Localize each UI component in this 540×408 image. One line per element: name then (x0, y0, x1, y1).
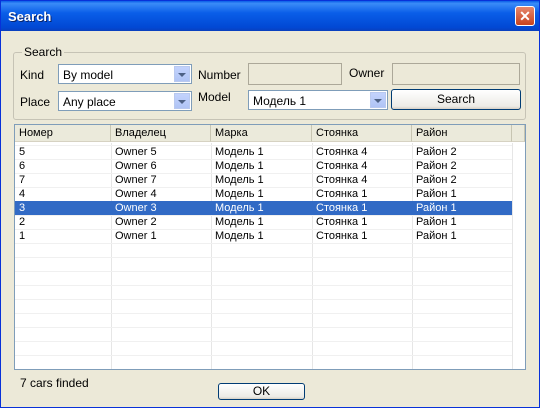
table-cell: 6 (19, 160, 26, 172)
listview-header: Номер Владелец Марка Стоянка Район (15, 125, 525, 143)
place-label: Place (20, 95, 51, 109)
grid-line (15, 285, 512, 286)
table-cell: Owner 2 (115, 216, 157, 228)
column-header-district[interactable]: Район (412, 125, 512, 142)
grid-line (15, 313, 512, 314)
table-cell: Модель 1 (215, 230, 264, 242)
grid-line (15, 271, 512, 272)
place-combobox[interactable]: Any place (58, 91, 192, 111)
table-cell: Owner 3 (115, 202, 157, 214)
search-button[interactable]: Search (391, 89, 521, 110)
table-cell: 3 (19, 202, 26, 214)
table-cell: Стоянка 1 (316, 188, 368, 200)
table-cell: Район 2 (416, 174, 457, 186)
kind-combobox[interactable]: By model (58, 64, 192, 84)
table-cell: Район 1 (416, 188, 457, 200)
model-label: Model (198, 90, 231, 104)
number-label: Number (198, 68, 241, 82)
column-header-number[interactable]: Номер (15, 125, 111, 142)
table-row[interactable]: 1 Owner 1 Модель 1 Стоянка 1 Район 1 (15, 229, 512, 243)
column-header-owner[interactable]: Владелец (111, 125, 211, 142)
results-listview[interactable]: Номер Владелец Марка Стоянка Район 5 Owne… (14, 124, 526, 370)
status-text: 7 cars finded (20, 376, 89, 390)
table-cell: Стоянка 1 (316, 216, 368, 228)
table-cell: Район 1 (416, 202, 457, 214)
table-cell: Модель 1 (215, 174, 264, 186)
table-row[interactable]: 5 Owner 5 Модель 1 Стоянка 4 Район 2 (15, 145, 512, 159)
close-icon: ✕ (519, 8, 531, 24)
number-field[interactable] (248, 63, 342, 85)
table-cell: Стоянка 1 (316, 202, 368, 214)
chevron-down-icon[interactable] (370, 92, 386, 108)
column-header-parking[interactable]: Стоянка (312, 125, 412, 142)
place-selected-value: Any place (63, 95, 116, 109)
grid-line (15, 257, 512, 258)
table-cell: Стоянка 4 (316, 174, 368, 186)
table-cell: Район 2 (416, 160, 457, 172)
close-button[interactable]: ✕ (515, 6, 535, 26)
table-cell: Район 2 (416, 146, 457, 158)
table-row[interactable]: 7 Owner 7 Модель 1 Стоянка 4 Район 2 (15, 173, 512, 187)
table-cell: Модель 1 (215, 146, 264, 158)
table-cell: Модель 1 (215, 188, 264, 200)
grid-line (15, 341, 512, 342)
table-cell: Owner 7 (115, 174, 157, 186)
chevron-down-icon[interactable] (174, 66, 190, 82)
table-cell: Район 1 (416, 230, 457, 242)
table-cell: Модель 1 (215, 160, 264, 172)
table-row[interactable]: 2 Owner 2 Модель 1 Стоянка 1 Район 1 (15, 215, 512, 229)
ok-button[interactable]: OK (218, 383, 305, 400)
window-title: Search (8, 9, 52, 24)
table-cell: 7 (19, 174, 26, 186)
owner-field[interactable] (392, 63, 520, 85)
grid-line (512, 143, 513, 369)
grid-line (15, 369, 512, 370)
table-row[interactable]: 4 Owner 4 Модель 1 Стоянка 1 Район 1 (15, 187, 512, 201)
table-cell: Owner 6 (115, 160, 157, 172)
table-cell: 1 (19, 230, 26, 242)
search-dialog: Search ✕ Search Kind By model Place Any … (0, 0, 540, 408)
grid-line (15, 355, 512, 356)
model-selected-value: Модель 1 (253, 94, 307, 108)
grid-line (15, 299, 512, 300)
table-cell: Модель 1 (215, 202, 264, 214)
owner-label: Owner (349, 66, 385, 80)
table-cell: Owner 4 (115, 188, 157, 200)
model-combobox[interactable]: Модель 1 (248, 90, 388, 110)
column-header-filler (512, 125, 525, 142)
title-bar[interactable]: Search ✕ (1, 1, 539, 31)
table-cell: Стоянка 4 (316, 160, 368, 172)
table-cell: 4 (19, 188, 26, 200)
table-cell: Owner 5 (115, 146, 157, 158)
table-cell: 2 (19, 216, 26, 228)
table-cell: Owner 1 (115, 230, 157, 242)
grid-line (15, 243, 512, 244)
table-cell: Стоянка 1 (316, 230, 368, 242)
grid-line (15, 327, 512, 328)
table-cell: Модель 1 (215, 216, 264, 228)
kind-label: Kind (20, 68, 45, 82)
search-group-legend: Search (22, 45, 65, 59)
table-cell: Стоянка 4 (316, 146, 368, 158)
kind-selected-value: By model (63, 68, 114, 82)
table-row[interactable]: 6 Owner 6 Модель 1 Стоянка 4 Район 2 (15, 159, 512, 173)
chevron-down-icon[interactable] (174, 93, 190, 109)
table-cell: Район 1 (416, 216, 457, 228)
table-cell: 5 (19, 146, 26, 158)
table-row[interactable]: 3 Owner 3 Модель 1 Стоянка 1 Район 1 (15, 201, 512, 215)
column-header-brand[interactable]: Марка (211, 125, 312, 142)
